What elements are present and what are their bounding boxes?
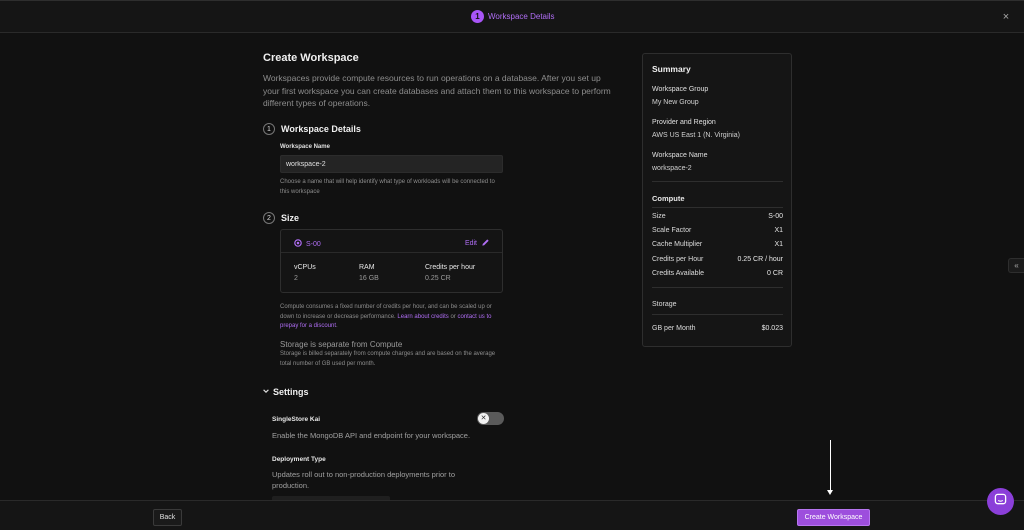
summary-row-cache-multiplier: Cache Multiplier X1 [652, 241, 783, 248]
summary-row-value: X1 [774, 227, 783, 234]
summary-compute-heading: Compute [652, 194, 685, 203]
top-bar: 1 Workspace Details × [0, 0, 1024, 33]
settings-heading: Settings [273, 387, 309, 397]
learn-credits-link[interactable]: Learn about credits [397, 314, 448, 320]
summary-label: Provider and Region [652, 119, 716, 126]
double-chevron-left-icon: « [1014, 261, 1019, 270]
chip-icon [294, 239, 302, 249]
deployment-type-description: Updates roll out to non-production deplo… [272, 470, 456, 490]
pencil-icon [481, 238, 490, 249]
create-workspace-button[interactable]: Create Workspace [797, 509, 870, 526]
page-description: Workspaces provide compute resources to … [263, 73, 611, 108]
section-heading: Size [281, 213, 300, 223]
page-title: Create Workspace [263, 52, 359, 64]
summary-workspace-group: Workspace Group My New Group [652, 86, 708, 106]
kai-description: Enable the MongoDB API and endpoint for … [272, 431, 471, 440]
workspace-name-input[interactable] [280, 155, 503, 173]
section-workspace-details: 1 Workspace Details [263, 123, 361, 135]
edit-size-button[interactable]: Edit [465, 238, 490, 249]
summary-row-label: Credits per Hour [652, 256, 704, 263]
storage-note: Storage is billed separately from comput… [280, 351, 496, 367]
summary-row-value: X1 [774, 241, 783, 248]
collapse-sidebar-button[interactable]: « [1008, 258, 1024, 273]
summary-row-label: Size [652, 213, 666, 220]
summary-row-credits-available: Credits Available 0 CR [652, 270, 783, 277]
summary-row-credits-per-hour: Credits per Hour 0.25 CR / hour [652, 256, 783, 263]
kai-toggle[interactable]: ✕ [477, 412, 504, 425]
summary-row-label: Cache Multiplier [652, 241, 703, 248]
summary-row-label: Credits Available [652, 270, 705, 277]
summary-workspace-name: Workspace Name workspace-2 [652, 152, 708, 172]
summary-row-gb-per-month: GB per Month $0.023 [652, 325, 783, 332]
divider [652, 181, 783, 182]
section-number: 1 [263, 123, 275, 135]
main-content: Create Workspace Workspaces provide comp… [263, 52, 613, 110]
summary-row-value: 0 CR [767, 270, 783, 277]
summary-row-value: S-00 [768, 213, 783, 220]
size-selected-label: S-00 [306, 240, 321, 248]
back-button[interactable]: Back [153, 509, 182, 526]
summary-storage-heading: Storage [652, 301, 677, 308]
spec-label: RAM [359, 264, 375, 271]
chat-support-button[interactable] [987, 488, 1014, 515]
deployment-type-label: Deployment Type [272, 456, 326, 463]
spec-ram: RAM 16 GB [359, 264, 379, 282]
spec-credits: Credits per hour 0.25 CR [425, 264, 475, 282]
compute-note-end: . [336, 323, 338, 329]
divider [652, 314, 783, 315]
compute-note: Compute consumes a fixed number of credi… [280, 303, 503, 332]
step-number: 1 [471, 10, 484, 23]
summary-provider-region: Provider and Region AWS US East 1 (N. Vi… [652, 119, 740, 139]
settings-toggle[interactable]: Settings [262, 387, 309, 397]
close-icon[interactable]: × [1000, 11, 1012, 23]
spec-value: 16 GB [359, 275, 379, 282]
summary-label: Workspace Group [652, 86, 709, 93]
workspace-name-label: Workspace Name [280, 144, 330, 150]
section-size: 2 Size [263, 212, 299, 224]
edit-label: Edit [464, 240, 477, 247]
close-icon: ✕ [478, 413, 489, 424]
size-selected: S-00 [294, 239, 321, 249]
summary-panel: Summary Workspace Group My New Group Pro… [642, 53, 792, 347]
summary-value: workspace-2 [652, 165, 692, 172]
spec-label: Credits per hour [425, 264, 476, 271]
summary-title: Summary [652, 64, 691, 74]
workspace-name-hint: Choose a name that will help identify wh… [280, 179, 495, 195]
chevron-down-icon [262, 387, 270, 397]
divider [652, 207, 783, 208]
spec-value: 0.25 CR [425, 275, 451, 282]
divider [652, 287, 783, 288]
spec-value: 2 [294, 275, 298, 282]
summary-row-size: Size S-00 [652, 213, 783, 220]
annotation-arrow-head [827, 490, 833, 495]
summary-value: AWS US East 1 (N. Virginia) [652, 132, 740, 139]
chat-icon [994, 493, 1007, 511]
summary-row-scale-factor: Scale Factor X1 [652, 227, 783, 234]
section-heading: Workspace Details [281, 124, 361, 134]
step-title: Workspace Details [488, 12, 555, 21]
spec-label: vCPUs [294, 264, 316, 271]
section-number: 2 [263, 212, 275, 224]
summary-row-label: GB per Month [652, 325, 696, 332]
summary-row-value: $0.023 [761, 325, 783, 332]
step-indicator: 1 Workspace Details [471, 10, 555, 23]
storage-title: Storage is separate from Compute [280, 340, 403, 349]
summary-row-label: Scale Factor [652, 227, 692, 234]
kai-label: SingleStore Kai [272, 416, 321, 423]
summary-label: Workspace Name [652, 152, 708, 159]
spec-vcpus: vCPUs 2 [294, 264, 316, 282]
size-card: S-00 Edit vCPUs 2 RAM 16 GB Credits per … [280, 229, 503, 293]
summary-value: My New Group [652, 99, 699, 106]
summary-row-value: 0.25 CR / hour [737, 256, 783, 263]
size-card-header: S-00 Edit [281, 230, 502, 253]
footer-bar: Back Create Workspace [0, 500, 1024, 530]
annotation-arrow-line [830, 440, 831, 492]
